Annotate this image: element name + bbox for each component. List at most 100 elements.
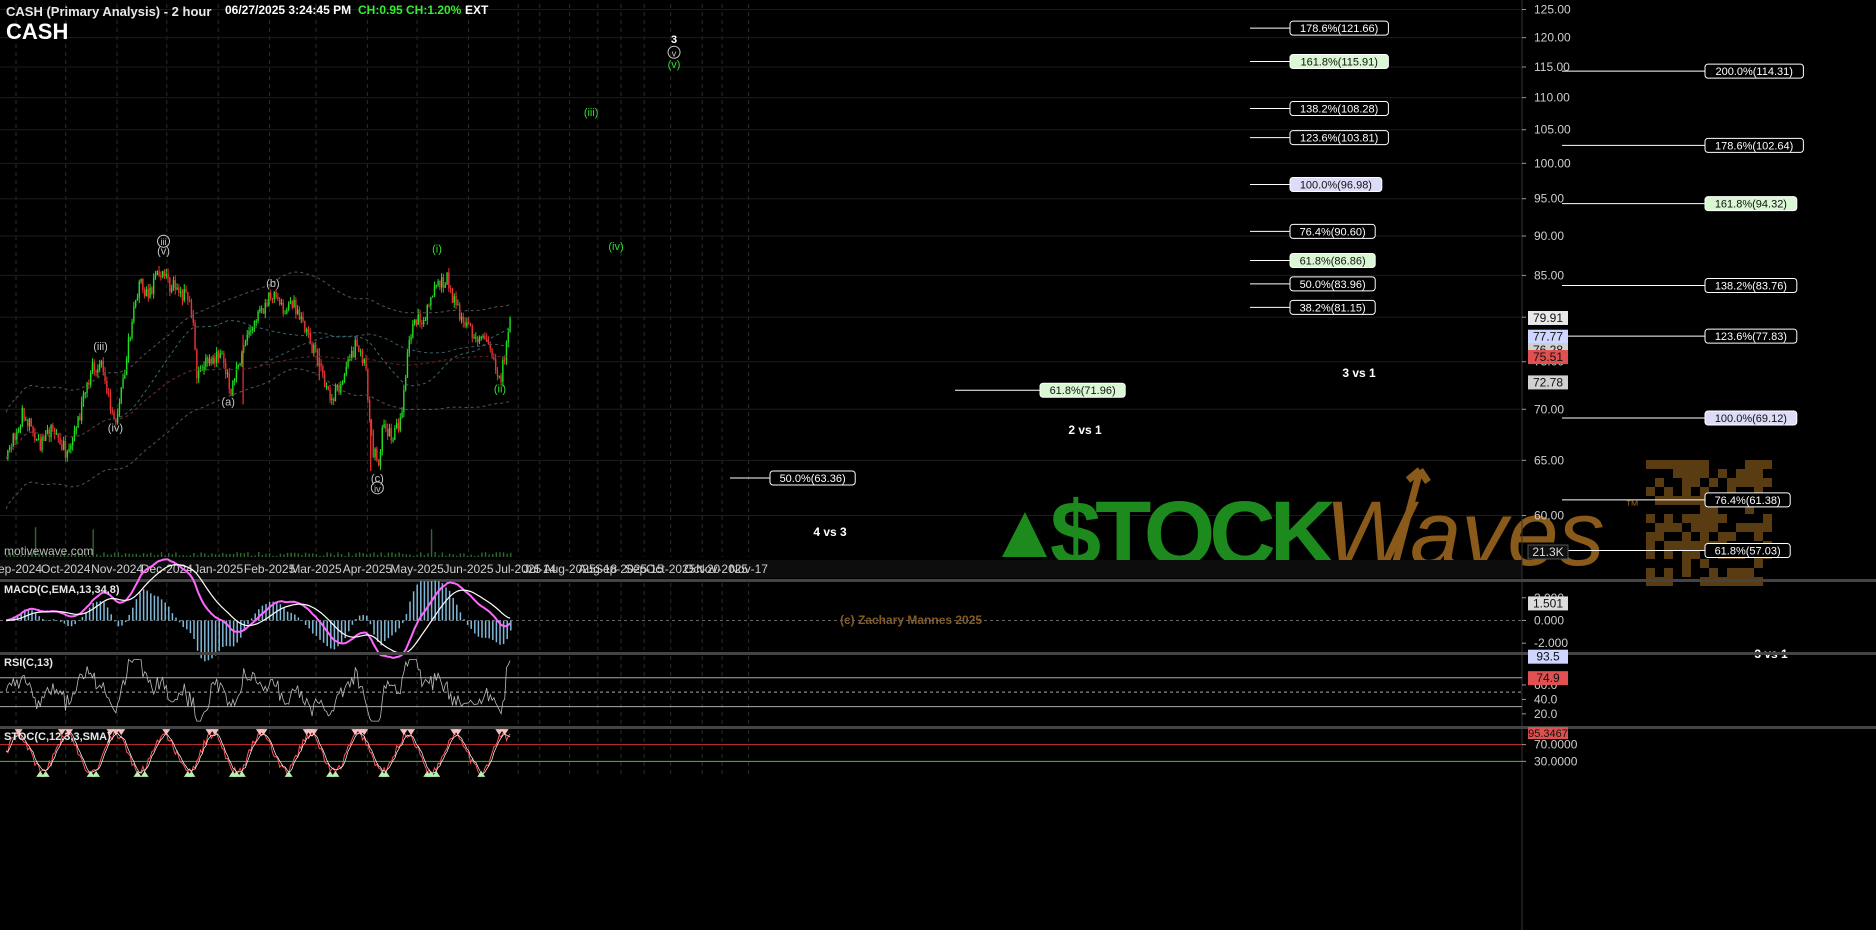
volume-bar — [229, 553, 231, 557]
candle-body — [212, 357, 214, 364]
candle-body — [500, 375, 502, 382]
candle-body — [196, 349, 198, 379]
volume-bar — [189, 555, 192, 557]
candle-body — [466, 322, 468, 327]
volume-bar — [499, 552, 501, 557]
candle-body — [44, 435, 47, 441]
wave-label: 3 — [671, 34, 677, 46]
volume-bar — [142, 553, 145, 557]
candle-body — [7, 449, 9, 459]
candle-body — [487, 341, 490, 344]
volume-bar — [430, 529, 433, 557]
candle-body — [190, 301, 193, 315]
fib-level-label: 161.8%(94.32) — [1715, 199, 1787, 211]
fib-level-label: 50.0%(83.96) — [1300, 279, 1366, 291]
volume-bar — [225, 554, 228, 557]
macd-histogram-bar — [452, 597, 454, 621]
candle-body — [250, 330, 252, 332]
volume-bar — [315, 554, 318, 557]
candle-body — [106, 380, 108, 394]
candle-body — [340, 384, 342, 393]
candle-body — [392, 439, 394, 441]
candle-body — [98, 363, 101, 370]
macd-histogram-bar — [153, 595, 156, 621]
y-tick-label: 95.00 — [1534, 192, 1564, 206]
qr-cell — [1718, 532, 1727, 541]
volume-bar — [135, 553, 138, 557]
fib-level-label: 61.8%(57.03) — [1715, 546, 1781, 558]
candle-body — [293, 300, 295, 308]
macd-histogram-bar — [402, 620, 404, 624]
candle-body — [323, 375, 326, 387]
candle-body — [413, 319, 416, 324]
candle-body — [55, 433, 58, 435]
candle-body — [127, 338, 130, 359]
volume-bar — [211, 553, 213, 557]
candle-body — [82, 393, 85, 402]
x-tick-label: Jun-2025 — [443, 562, 493, 576]
candle-body — [467, 322, 470, 324]
candle-body — [178, 287, 180, 293]
qr-cell — [1682, 478, 1691, 487]
macd-histogram-bar — [506, 620, 508, 640]
volume-bar — [470, 554, 472, 557]
volume-bar — [337, 552, 339, 557]
volume-bar — [103, 552, 105, 557]
volume-bar — [171, 554, 174, 557]
volume-bar — [366, 554, 368, 557]
candle-body — [97, 369, 99, 373]
macd-histogram-bar — [60, 620, 62, 622]
candle-body — [422, 320, 425, 325]
volume-bar — [128, 553, 130, 557]
candle-body — [208, 358, 211, 364]
candle-body — [401, 412, 403, 418]
y-tick-label: 85.00 — [1534, 268, 1564, 282]
candle-body — [428, 305, 430, 307]
x-tick-label: Oct-2024 — [41, 562, 91, 576]
candle-body — [458, 304, 461, 320]
candle-body — [406, 352, 409, 378]
candle-body — [185, 289, 187, 292]
candle-body — [462, 316, 464, 323]
qr-cell — [1664, 523, 1673, 532]
wave-label: (b) — [266, 278, 279, 290]
candle-body — [50, 425, 52, 438]
candle-body — [165, 273, 167, 277]
volume-bar — [164, 555, 166, 557]
qr-cell — [1664, 460, 1673, 469]
qr-cell — [1763, 514, 1772, 523]
indicator-title: RSI(C,13) — [4, 657, 53, 669]
qr-cell — [1682, 460, 1691, 469]
candle-body — [224, 363, 227, 374]
candle-body — [244, 341, 247, 347]
candle-body — [435, 285, 437, 287]
qr-cell — [1691, 523, 1700, 532]
candle-body — [259, 308, 261, 312]
macd-histogram-bar — [294, 614, 296, 621]
candle-body — [502, 359, 504, 382]
volume-bar — [387, 552, 390, 557]
candle-body — [304, 320, 306, 332]
volume-bar — [106, 554, 109, 557]
candle-body — [347, 359, 349, 367]
fib-level-label: 123.6%(103.81) — [1300, 133, 1378, 145]
volume-bar — [445, 555, 447, 557]
qr-cell — [1673, 523, 1682, 532]
volume-bar — [456, 555, 458, 557]
candle-body — [507, 332, 509, 343]
volume-bar — [96, 554, 98, 557]
candle-body — [197, 371, 200, 379]
candle-body — [95, 370, 97, 373]
qr-cell — [1655, 478, 1664, 487]
wave-label: (i) — [432, 243, 442, 255]
candle-body — [397, 423, 400, 431]
volume-bar — [510, 552, 512, 557]
macd-histogram-bar — [502, 620, 505, 645]
qr-cell — [1673, 469, 1682, 478]
candle-body — [496, 370, 499, 376]
volume-bar — [139, 555, 141, 557]
macd-histogram-bar — [290, 612, 292, 621]
macd-histogram-bar — [463, 619, 465, 621]
qr-cell — [1655, 523, 1664, 532]
volume-bar — [423, 555, 426, 557]
